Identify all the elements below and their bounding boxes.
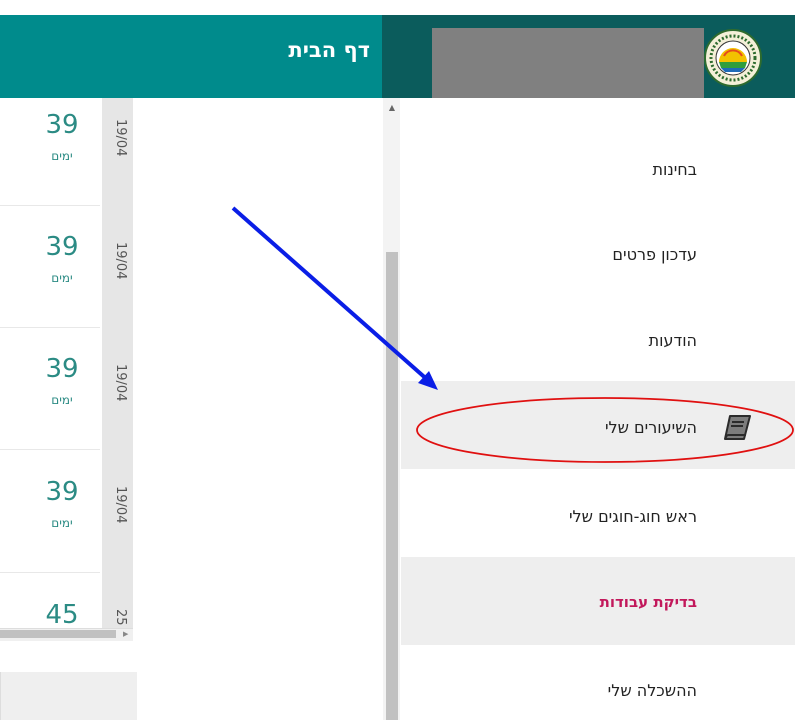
schedule-card — [0, 672, 137, 720]
row-divider — [0, 205, 100, 206]
menu-item-label: עדכון פרטים — [612, 245, 697, 264]
horizontal-scroll-thumb[interactable] — [0, 630, 116, 638]
menu-item-update-details[interactable]: עדכון פרטים — [401, 212, 795, 302]
schedule-unit: ימים — [51, 516, 73, 530]
row-divider — [0, 327, 100, 328]
scroll-up-arrow-icon[interactable]: ▲ — [386, 103, 398, 113]
vertical-scroll-thumb[interactable] — [386, 252, 398, 720]
menu-item-label: השיעורים שלי — [604, 418, 697, 437]
schedule-unit: ימים — [51, 271, 73, 285]
menu-item-label: ראש חוג-חוגים שלי — [568, 507, 697, 526]
menu-item-grading[interactable]: בדיקת עבודות — [401, 557, 795, 645]
menu-item-label: בחינות — [652, 160, 697, 179]
menu-item-label: בדיקת עבודות — [599, 593, 697, 611]
schedule-count: 39 — [45, 232, 79, 262]
menu-item-my-education[interactable]: ההשכלה שלי — [401, 645, 795, 720]
menu-item-label: הודעות — [648, 331, 697, 350]
schedule-count: 39 — [45, 354, 79, 384]
book-icon — [724, 415, 751, 440]
schedule-unit: ימים — [51, 393, 73, 407]
schedule-date: 19/04 — [113, 364, 128, 402]
menu-item-department-head[interactable]: ראש חוג-חוגים שלי — [401, 469, 795, 557]
schedule-date: 19/04 — [113, 486, 128, 524]
menu-item-exams[interactable]: בחינות — [401, 122, 795, 212]
row-divider — [0, 572, 100, 573]
schedule-unit: ימים — [51, 149, 73, 163]
logo-icon[interactable] — [703, 28, 763, 88]
schedule-date: 19/04 — [113, 119, 128, 157]
schedule-count: 39 — [45, 477, 79, 507]
schedule-date: 19/04 — [113, 242, 128, 280]
page-title: דף הבית — [288, 38, 370, 62]
schedule-count: 39 — [45, 110, 79, 140]
menu-item-messages[interactable]: הודעות — [401, 300, 795, 390]
schedule-count: 45 — [45, 600, 79, 630]
row-divider — [0, 449, 100, 450]
menu-item-label: ההשכלה שלי — [607, 681, 697, 700]
scroll-right-arrow-icon[interactable]: ▶ — [123, 630, 133, 638]
redacted-name-box — [432, 28, 704, 98]
